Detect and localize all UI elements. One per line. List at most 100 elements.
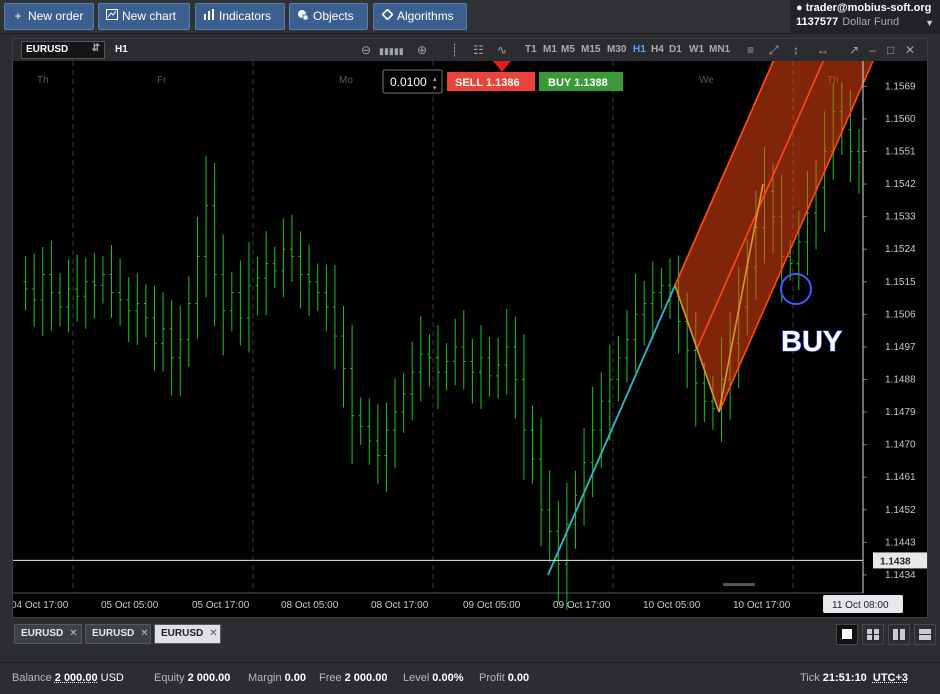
maximize-icon[interactable]: □ xyxy=(887,43,894,57)
level-field: Level 0.00% xyxy=(403,672,464,684)
profit-field: Profit 0.00 xyxy=(479,672,529,684)
account-number: 1137577 xyxy=(796,16,839,28)
algorithms-button[interactable]: Algorithms xyxy=(373,3,467,30)
zoom-out-icon[interactable]: ⊖ xyxy=(361,43,371,57)
vertical-arrows-icon[interactable]: ↕ xyxy=(793,43,799,57)
balance-value[interactable]: 2 000.00 xyxy=(55,672,98,684)
close-icon[interactable]: ✕ xyxy=(209,628,217,639)
horizontal-scrollbar[interactable] xyxy=(723,583,755,586)
chart-tab-active[interactable]: EURUSD ✕ xyxy=(154,624,221,644)
line-type-icon[interactable]: ∿ xyxy=(497,43,507,57)
horizontal-arrows-icon[interactable]: ↔ xyxy=(817,43,829,57)
symbol-selector[interactable]: EURUSD ⇵ xyxy=(21,41,105,59)
timezone-selector[interactable]: UTC+3 xyxy=(873,672,908,684)
chart-header: EURUSD ⇵ H1 ⊖ ▮▮▮▮▮ ⊕ ┊ ☷ ∿ T1 M1 M5 M15 M30… xyxy=(13,39,927,61)
timeframe-mn1[interactable]: MN1 xyxy=(709,44,730,55)
new-chart-button[interactable]: New chart xyxy=(98,3,190,30)
level-label: Level xyxy=(403,672,430,684)
close-icon[interactable]: ✕ xyxy=(140,628,148,639)
chevron-down-icon: ⇵ xyxy=(91,43,100,54)
price-tick-label: 1.1470 xyxy=(885,440,916,451)
account-selector[interactable]: ● trader@mobius-soft.org 1137577 Dollar F… xyxy=(790,0,940,34)
time-tick-label: 09 Oct 17:00 xyxy=(553,600,611,611)
price-tick-label: 1.1551 xyxy=(885,146,916,157)
buy-annotation: BUY xyxy=(781,326,842,358)
objects-label: Objects xyxy=(313,9,354,23)
user-icon: ● xyxy=(796,2,803,14)
account-number-row: 1137577 Dollar Fund xyxy=(796,16,934,28)
price-tick-label: 1.1569 xyxy=(885,81,916,92)
price-tick-label: 1.1542 xyxy=(885,179,916,190)
price-tick-label: 1.1488 xyxy=(885,374,916,385)
day-label: Fr xyxy=(157,75,167,86)
free-value: 2 000.00 xyxy=(344,672,388,684)
price-tick-label: 1.1443 xyxy=(885,537,916,548)
new-order-button[interactable]: + New order xyxy=(4,3,94,30)
algorithms-label: Algorithms xyxy=(397,9,454,23)
zoom-slider-icon[interactable]: ▮▮▮▮▮ xyxy=(379,44,404,58)
timeframe-t1[interactable]: T1 xyxy=(525,44,537,55)
chart-tab-label: EURUSD xyxy=(161,628,204,639)
caret-down-icon: ▼ xyxy=(925,18,934,28)
timeframe-m1[interactable]: M1 xyxy=(543,44,557,55)
account-user-email: trader@mobius-soft.org xyxy=(805,2,932,14)
indicators-label: Indicators xyxy=(219,9,272,23)
timeframe-m30[interactable]: M30 xyxy=(607,44,626,55)
chart-tab[interactable]: EURUSD ✕ xyxy=(14,624,82,644)
layout-grid-button[interactable] xyxy=(862,624,884,645)
price-tick-label: 1.1479 xyxy=(885,407,916,418)
free-field: Free 2 000.00 xyxy=(319,672,387,684)
balance-currency: USD xyxy=(100,672,124,684)
time-tick-label: 04 Oct 17:00 xyxy=(13,600,69,611)
timeframe-m15[interactable]: M15 xyxy=(581,44,600,55)
detach-icon[interactable]: ↗ xyxy=(849,43,859,57)
account-user: ● trader@mobius-soft.org xyxy=(796,2,934,14)
indicator-lines-icon[interactable]: ≡ xyxy=(747,43,754,57)
candle-type-icon[interactable]: ☷ xyxy=(473,43,484,57)
tick-label: Tick xyxy=(800,672,820,684)
timeframe-h1[interactable]: H1 xyxy=(633,44,646,55)
chart-tab-label: EURUSD xyxy=(21,628,64,639)
timeframe-m5[interactable]: M5 xyxy=(561,44,575,55)
symbol-value: EURUSD xyxy=(26,44,69,55)
buy-button-label: BUY 1.1388 xyxy=(548,77,608,89)
equity-value: 2 000.00 xyxy=(187,672,231,684)
grid-icon xyxy=(867,629,879,640)
layout-rows-button[interactable] xyxy=(914,624,936,645)
layout-columns-button[interactable] xyxy=(888,624,910,645)
timeframe-label: H1 xyxy=(115,44,128,55)
close-icon[interactable]: ✕ xyxy=(69,628,77,639)
chart-tab[interactable]: EURUSD ✕ xyxy=(85,624,151,644)
time-tick-label: 10 Oct 17:00 xyxy=(733,600,791,611)
objects-button[interactable]: Objects xyxy=(289,3,368,30)
price-tick-label: 1.1533 xyxy=(885,212,916,223)
account-status-bar: Balance 2 000.00 USD Equity 2 000.00 Margi… xyxy=(0,662,940,694)
price-tick-label: 1.1497 xyxy=(885,342,916,353)
zoom-in-icon[interactable]: ⊕ xyxy=(417,43,427,57)
layout-single-button[interactable] xyxy=(836,624,858,645)
profit-label: Profit xyxy=(479,672,505,684)
bar-type-icon[interactable]: ┊ xyxy=(451,43,458,57)
main-toolbar: + New order New chart Indicators Objects … xyxy=(0,0,940,34)
indicators-button[interactable]: Indicators xyxy=(195,3,285,30)
price-chart[interactable]: ThFrMoWeTh1.15691.15601.15511.15421.1533… xyxy=(13,61,927,617)
price-tick-label: 1.1452 xyxy=(885,505,916,516)
minimize-icon[interactable]: – xyxy=(869,43,876,57)
equity-field: Equity 2 000.00 xyxy=(154,672,230,684)
diagonal-arrows-icon[interactable]: ⤢ xyxy=(769,43,779,57)
timeframe-w1[interactable]: W1 xyxy=(689,44,704,55)
timeframe-h4[interactable]: H4 xyxy=(651,44,664,55)
time-tick-label: 05 Oct 17:00 xyxy=(192,600,250,611)
new-order-label: New order xyxy=(28,9,84,23)
columns-icon xyxy=(893,629,905,640)
price-tick-label: 1.1524 xyxy=(885,244,916,255)
timeframe-d1[interactable]: D1 xyxy=(669,44,682,55)
time-tick-label: 09 Oct 05:00 xyxy=(463,600,521,611)
time-tick-label: 10 Oct 05:00 xyxy=(643,600,701,611)
volume-value: 0.0100 xyxy=(390,75,427,89)
close-icon[interactable]: ✕ xyxy=(905,43,915,57)
chart-tabs: EURUSD ✕ EURUSD ✕ EURUSD ✕ xyxy=(0,620,940,648)
day-label: Th xyxy=(37,75,49,86)
sell-button-label: SELL 1.1386 xyxy=(455,77,520,89)
crosshair-time-label: 11 Oct 08:00 xyxy=(832,600,889,611)
